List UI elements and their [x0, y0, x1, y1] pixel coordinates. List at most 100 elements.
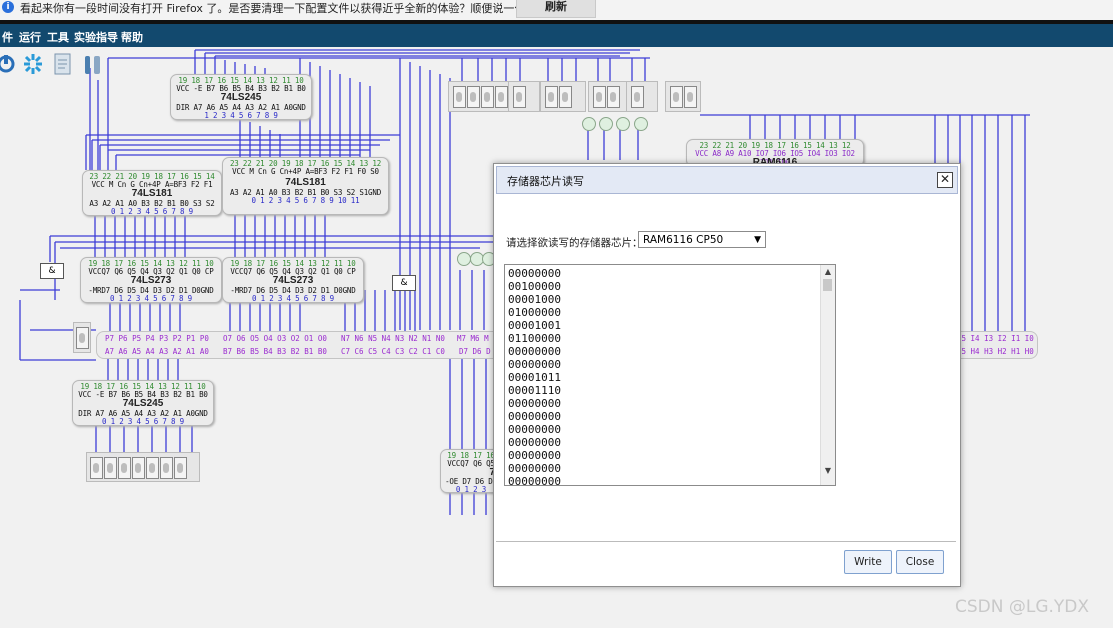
chevron-down-icon: ▼: [754, 235, 761, 245]
chip-label: 74LS181: [285, 177, 326, 188]
toggle-switch[interactable]: [118, 457, 131, 479]
scroll-up-icon[interactable]: ▲: [821, 266, 835, 278]
dialog-divider: [496, 541, 956, 542]
chip-select-value: RAM6116 CP50: [643, 234, 724, 246]
toggle-switch[interactable]: [174, 457, 187, 479]
scrollbar[interactable]: ▲ ▼: [820, 265, 835, 485]
toggle-switch[interactable]: [146, 457, 159, 479]
bus-label: D7 D6 D: [459, 347, 491, 356]
bus-label: N7 N6 N5 N4 N3 N2 N1 N0: [341, 334, 445, 343]
chip-74ls245-top[interactable]: 19 18 17 16 15 14 13 12 11 10 VCC -E B7 …: [170, 74, 312, 120]
toggle-switch[interactable]: [513, 86, 526, 108]
memory-value-row: 00100000: [508, 280, 561, 293]
toggle-switch[interactable]: [495, 86, 508, 108]
memory-value-row: 00000000: [508, 462, 561, 475]
memory-value-row: 00001110: [508, 384, 561, 397]
memory-value-row: 00000000: [508, 345, 561, 358]
switch-bank: [626, 81, 658, 112]
bus-label: H5 H4 H3 H2 H1 H0: [957, 347, 1034, 356]
pin-numbers: 1 2 3 4 5 6 7 8 9: [204, 111, 278, 120]
toggle-switch[interactable]: [76, 327, 89, 349]
memory-value-row: 00001000: [508, 293, 561, 306]
memory-value-row: 00000000: [508, 436, 561, 449]
chip-select-dropdown[interactable]: RAM6116 CP50 ▼: [638, 231, 766, 248]
toggle-switch[interactable]: [545, 86, 558, 108]
toggle-switch[interactable]: [90, 457, 103, 479]
dialog-title: 存储器芯片读写: [507, 175, 584, 188]
bus-label: C7 C6 C5 C4 C3 C2 C1 C0: [341, 347, 445, 356]
switch-bank: [86, 452, 200, 482]
bulb-icon: [582, 117, 596, 131]
toggle-switch[interactable]: [593, 86, 606, 108]
pin-numbers: 0 1 2 3 4 5 6 7 8 9: [111, 207, 193, 216]
chip-label: 74LS245: [122, 398, 164, 409]
toggle-switch[interactable]: [559, 86, 572, 108]
close-button[interactable]: Close: [896, 550, 944, 574]
chip-74ls273-left[interactable]: 19 18 17 16 15 14 13 12 11 10 VCCQ7 Q6 Q…: [80, 257, 222, 303]
switch-bank: [508, 81, 540, 112]
memory-value-row: 00000000: [508, 397, 561, 410]
toggle-switch[interactable]: [684, 86, 697, 108]
dialog-title-bar: 存储器芯片读写 ✕: [496, 166, 958, 194]
toggle-switch[interactable]: [160, 457, 173, 479]
pin-numbers: 0 1 2 3 4 5 6 7 8 9: [102, 417, 184, 426]
bulb-icon: [616, 117, 630, 131]
bus-label: A7 A6 A5 A4 A3 A2 A1 A0: [105, 347, 209, 356]
toggle-switch[interactable]: [607, 86, 620, 108]
bus-label: B7 B6 B5 B4 B3 B2 B1 B0: [223, 347, 327, 356]
memory-value-row: 00000000: [508, 475, 561, 486]
memory-value-row: 01100000: [508, 332, 561, 345]
chip-74ls245-bottom[interactable]: 19 18 17 16 15 14 13 12 11 10 VCC -E B7 …: [72, 380, 214, 426]
memory-chip-dialog: 存储器芯片读写 ✕ 请选择欲读写的存储器芯片： RAM6116 CP50 ▼ 0…: [493, 163, 961, 587]
pin-numbers: 0 1 2 3 4 5 6 7 8 9: [252, 294, 334, 303]
pin-numbers: 0 1 2 3: [455, 485, 487, 494]
chip-label: 74LS273: [272, 275, 314, 286]
toggle-switch[interactable]: [670, 86, 683, 108]
settings-gear-icon[interactable]: [22, 52, 44, 76]
memory-rows: 00000000 00100000 00001000 01000000 00001001…: [508, 267, 561, 486]
toggle-switch[interactable]: [132, 457, 145, 479]
memory-value-row: 00000000: [508, 410, 561, 423]
bulb-icon: [599, 117, 613, 131]
chip-label: 74LS181: [131, 188, 173, 199]
bus-label: M7 M6 M: [457, 334, 489, 343]
switch-bank: [73, 322, 91, 353]
toggle-switch[interactable]: [631, 86, 644, 108]
memory-value-row: 00000000: [508, 358, 561, 371]
memory-value-row: 00000000: [508, 449, 561, 462]
close-icon[interactable]: ✕: [937, 172, 953, 188]
bus-label: I5 I4 I3 I2 I1 I0: [957, 334, 1034, 343]
memory-contents-textarea[interactable]: 00000000 00100000 00001000 01000000 00001001…: [504, 264, 836, 486]
chip-label: 74LS273: [130, 275, 172, 286]
bus-label: P7 P6 P5 P4 P3 P2 P1 P0: [105, 334, 209, 343]
chip-74ls181-left[interactable]: 23 22 21 20 19 18 17 16 15 14 VCC M Cn G…: [82, 170, 222, 216]
toggle-switch[interactable]: [481, 86, 494, 108]
chip-74ls181-right[interactable]: 23 22 21 20 19 18 17 16 15 14 13 12 VCC …: [222, 157, 389, 215]
bulb-icon: [634, 117, 648, 131]
memory-value-row: 00000000: [508, 267, 561, 280]
switch-bank: [540, 81, 586, 112]
bulb-icon: [457, 252, 471, 266]
bus-label: O7 O6 O5 O4 O3 O2 O1 O0: [223, 334, 327, 343]
switch-bank: [665, 81, 701, 112]
power-icon[interactable]: [0, 52, 22, 76]
pin-numbers: 0 1 2 3 4 5 6 7 8 9: [110, 294, 192, 303]
memory-value-row: 00000000: [508, 423, 561, 436]
scroll-thumb[interactable]: [823, 279, 832, 291]
memory-value-row: 00001011: [508, 371, 561, 384]
memory-value-row: 00001001: [508, 319, 561, 332]
pin-signals: VCC M Cn G Cn+4P A=BF3 F2 F1 F0 S0: [232, 167, 379, 176]
tools-icon[interactable]: [82, 52, 104, 76]
and-gate[interactable]: &: [40, 263, 64, 279]
toggle-switch[interactable]: [467, 86, 480, 108]
toggle-switch[interactable]: [104, 457, 117, 479]
pin-numbers: 0 1 2 3 4 5 6 7 8 9 10 11: [251, 196, 360, 205]
document-icon[interactable]: [52, 52, 74, 76]
write-button[interactable]: Write: [844, 550, 892, 574]
chip-label: 74LS245: [220, 92, 262, 103]
scroll-down-icon[interactable]: ▼: [821, 465, 835, 477]
and-gate[interactable]: &: [392, 275, 416, 291]
memory-value-row: 01000000: [508, 306, 561, 319]
toggle-switch[interactable]: [453, 86, 466, 108]
chip-74ls273-right[interactable]: 19 18 17 16 15 14 13 12 11 10 VCCQ7 Q6 Q…: [222, 257, 364, 303]
